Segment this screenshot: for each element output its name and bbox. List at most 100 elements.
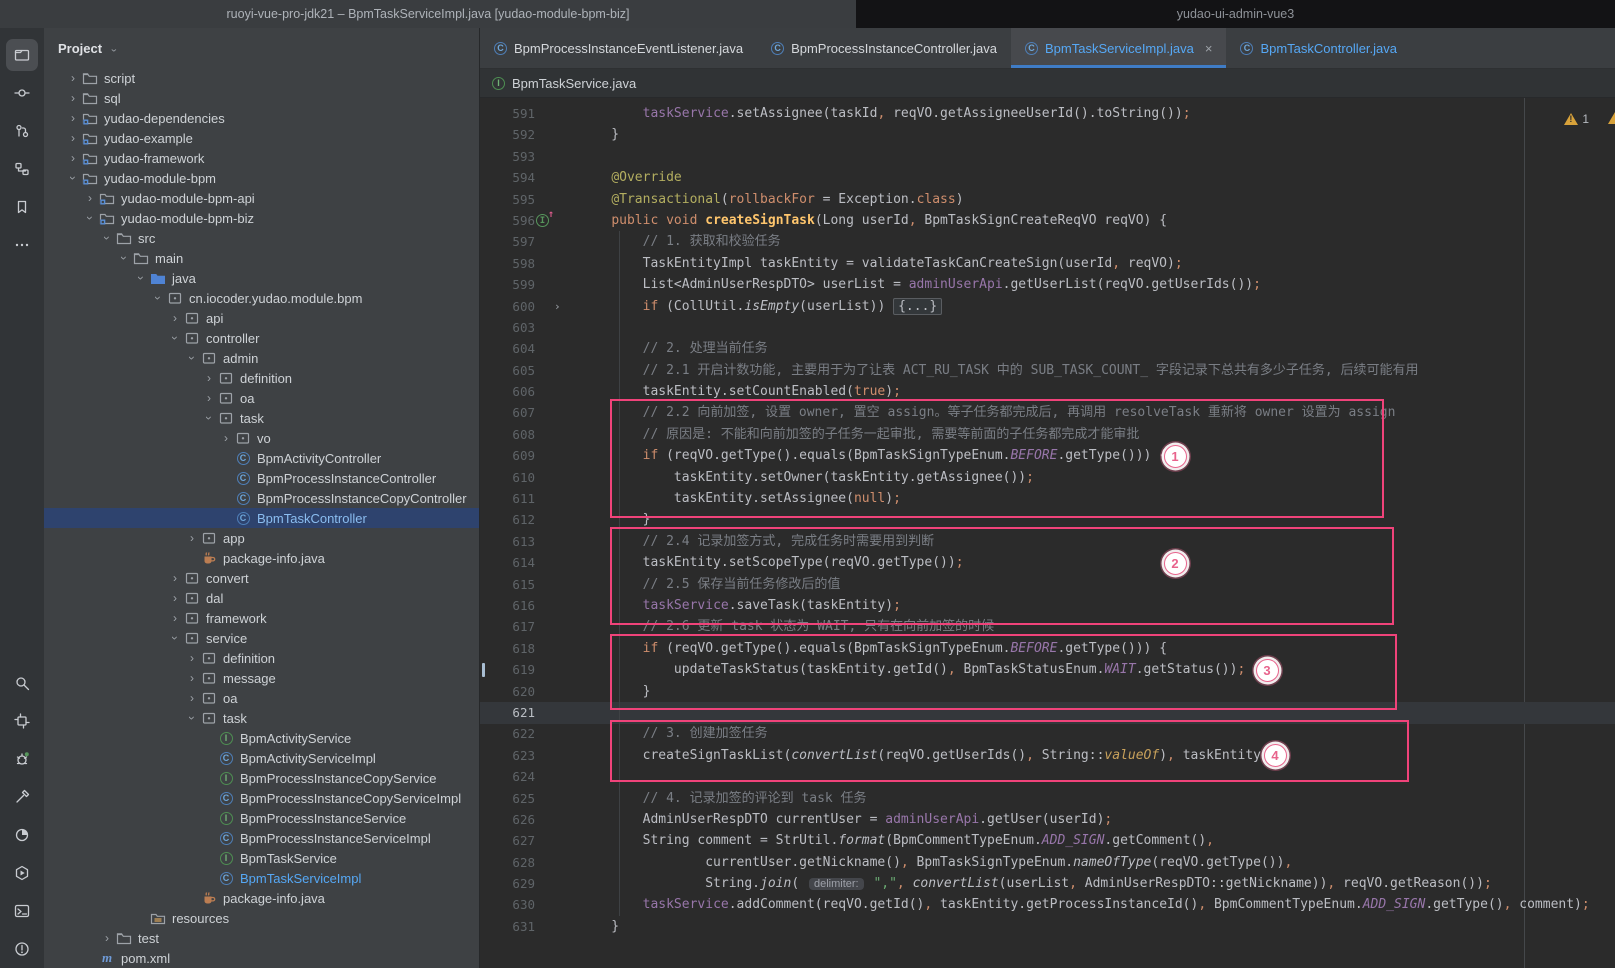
chevron-right-icon[interactable]: › (82, 191, 98, 205)
code-line-598[interactable]: 598 TaskEntityImpl taskEntity = validate… (480, 253, 1615, 274)
chevron-down-icon[interactable]: › (83, 210, 97, 226)
chevron-right-icon[interactable]: › (167, 571, 183, 585)
tree-item-framework[interactable]: ›framework (44, 608, 479, 628)
tree-item-BpmProcessInstanceCopyServiceImpl[interactable]: CBpmProcessInstanceCopyServiceImpl (44, 788, 479, 808)
tree-item-controller[interactable]: ›controller (44, 328, 479, 348)
terminal-icon[interactable] (6, 895, 38, 927)
tree-item-yudao-module-bpm[interactable]: ›yudao-module-bpm (44, 168, 479, 188)
code-line-596[interactable]: 596I↑ public void createSignTask(Long us… (480, 210, 1615, 231)
tree-item-yudao-example[interactable]: ›yudao-example (44, 128, 479, 148)
tree-item-BpmProcessInstanceCopyController[interactable]: CBpmProcessInstanceCopyController (44, 488, 479, 508)
chevron-right-icon[interactable]: › (201, 371, 217, 385)
tree-item-pom.xml[interactable]: mpom.xml (44, 948, 479, 968)
project-icon[interactable] (6, 39, 38, 71)
code-line-blank[interactable] (480, 959, 1615, 968)
tree-item-definition[interactable]: ›definition (44, 648, 479, 668)
chevron-right-icon[interactable]: › (184, 531, 200, 545)
code-line-619[interactable]: 619 updateTaskStatus(taskEntity.getId(),… (480, 659, 1615, 680)
code-editor[interactable]: 591 taskService.setAssignee(taskId, reqV… (480, 98, 1615, 968)
code-line-604[interactable]: 604 // 2. 处理当前任务 (480, 338, 1615, 359)
code-line-597[interactable]: 597 // 1. 获取和校验任务 (480, 231, 1615, 252)
structure-icon[interactable] (6, 153, 38, 185)
tree-item-message[interactable]: ›message (44, 668, 479, 688)
services-icon[interactable] (6, 705, 38, 737)
project-panel-header[interactable]: Project ⌄ (44, 28, 479, 68)
tab-BpmTaskController.java[interactable]: CBpmTaskController.java (1226, 28, 1411, 68)
tree-item-BpmProcessInstanceCopyService[interactable]: IBpmProcessInstanceCopyService (44, 768, 479, 788)
tree-item-package-info.java[interactable]: package-info.java (44, 888, 479, 908)
pull-requests-icon[interactable] (6, 115, 38, 147)
tree-item-BpmTaskController[interactable]: CBpmTaskController (44, 508, 479, 528)
chevron-down-icon[interactable]: › (202, 410, 216, 426)
chevron-down-icon[interactable]: › (100, 230, 114, 246)
tree-item-resources[interactable]: resources (44, 908, 479, 928)
chevron-right-icon[interactable]: › (65, 91, 81, 105)
chevron-right-icon[interactable]: › (65, 151, 81, 165)
code-line-629[interactable]: 629 String.join( delimiter: ",", convert… (480, 873, 1615, 894)
chevron-right-icon[interactable]: › (201, 391, 217, 405)
chevron-right-icon[interactable]: › (65, 131, 81, 145)
chevron-right-icon[interactable]: › (65, 111, 81, 125)
tree-item-BpmProcessInstanceController[interactable]: CBpmProcessInstanceController (44, 468, 479, 488)
code-line-595[interactable]: 595 @Transactional(rollbackFor = Excepti… (480, 189, 1615, 210)
tree-item-yudao-framework[interactable]: ›yudao-framework (44, 148, 479, 168)
code-line-606[interactable]: 606 taskEntity.setCountEnabled(true); (480, 381, 1615, 402)
problems-icon[interactable] (6, 933, 38, 965)
tree-item-java[interactable]: ›java (44, 268, 479, 288)
tree-item-yudao-module-bpm-api[interactable]: ›yudao-module-bpm-api (44, 188, 479, 208)
tree-item-src[interactable]: ›src (44, 228, 479, 248)
chevron-right-icon[interactable]: › (167, 611, 183, 625)
code-line-628[interactable]: 628 currentUser.getNickname(), BpmTaskSi… (480, 852, 1615, 873)
bookmarks-icon[interactable] (6, 191, 38, 223)
code-line-615[interactable]: 615 // 2.5 保存当前任务修改后的值 (480, 574, 1615, 595)
code-line-621[interactable]: 621 (480, 702, 1615, 723)
code-line-594[interactable]: 594 @Override (480, 167, 1615, 188)
chevron-down-icon[interactable]: › (117, 250, 131, 266)
search-icon[interactable] (6, 667, 38, 699)
code-line-593[interactable]: 593 (480, 146, 1615, 167)
implements-method-gutter-icon[interactable]: I↑ (536, 214, 549, 227)
tree-item-task[interactable]: ›task (44, 708, 479, 728)
tree-item-BpmActivityController[interactable]: CBpmActivityController (44, 448, 479, 468)
tree-item-yudao-module-bpm-biz[interactable]: ›yudao-module-bpm-biz (44, 208, 479, 228)
chevron-down-icon[interactable]: › (66, 170, 80, 186)
tree-item-script[interactable]: ›script (44, 68, 479, 88)
chevron-right-icon[interactable]: › (218, 431, 234, 445)
tree-item-service[interactable]: ›service (44, 628, 479, 648)
tree-item-definition[interactable]: ›definition (44, 368, 479, 388)
tree-item-app[interactable]: ›app (44, 528, 479, 548)
code-line-599[interactable]: 599 List<AdminUserRespDTO> userList = ad… (480, 274, 1615, 295)
code-line-612[interactable]: 612 } (480, 509, 1615, 530)
code-line-603[interactable]: 603 (480, 317, 1615, 338)
tree-item-test[interactable]: ›test (44, 928, 479, 948)
tree-item-BpmActivityService[interactable]: IBpmActivityService (44, 728, 479, 748)
code-line-625[interactable]: 625 // 4. 记录加签的评论到 task 任务 (480, 788, 1615, 809)
code-line-605[interactable]: 605 // 2.1 开启计数功能, 主要用于为了让表 ACT_RU_TASK … (480, 360, 1615, 381)
code-line-631[interactable]: 631 } (480, 916, 1615, 937)
tree-item-BpmTaskServiceImpl[interactable]: CBpmTaskServiceImpl (44, 868, 479, 888)
close-icon[interactable]: × (1205, 41, 1213, 56)
code-line-622[interactable]: 622 // 3. 创建加签任务 (480, 723, 1615, 744)
code-line-blank[interactable] (480, 937, 1615, 958)
tab-BpmTaskServiceImpl.java[interactable]: CBpmTaskServiceImpl.java× (1011, 28, 1226, 68)
code-line-623[interactable]: 623 createSignTaskList(convertList(reqVO… (480, 745, 1615, 766)
profiler-icon[interactable] (6, 819, 38, 851)
run-icon[interactable] (6, 857, 38, 889)
build-icon[interactable] (6, 781, 38, 813)
chevron-down-icon[interactable]: › (134, 270, 148, 286)
tree-item-api[interactable]: ›api (44, 308, 479, 328)
fold-expand-icon[interactable]: › (554, 296, 561, 317)
code-line-624[interactable]: 624 (480, 766, 1615, 787)
chevron-down-icon[interactable]: › (185, 710, 199, 726)
code-line-611[interactable]: 611 taskEntity.setAssignee(null); (480, 488, 1615, 509)
code-line-608[interactable]: 608 // 原因是: 不能和向前加签的子任务一起审批, 需要等前面的子任务都完… (480, 424, 1615, 445)
code-line-614[interactable]: 614 taskEntity.setScopeType(reqVO.getTyp… (480, 552, 1615, 573)
tree-item-BpmTaskService[interactable]: IBpmTaskService (44, 848, 479, 868)
code-line-616[interactable]: 616 taskService.saveTask(taskEntity); (480, 595, 1615, 616)
split-tab-bar[interactable]: I BpmTaskService.java (480, 69, 1615, 98)
chevron-down-icon[interactable]: › (151, 290, 165, 306)
code-line-592[interactable]: 592 } (480, 124, 1615, 145)
tree-item-BpmProcessInstanceService[interactable]: IBpmProcessInstanceService (44, 808, 479, 828)
tree-item-main[interactable]: ›main (44, 248, 479, 268)
tree-item-cn.iocoder.yudao.module.bpm[interactable]: ›cn.iocoder.yudao.module.bpm (44, 288, 479, 308)
